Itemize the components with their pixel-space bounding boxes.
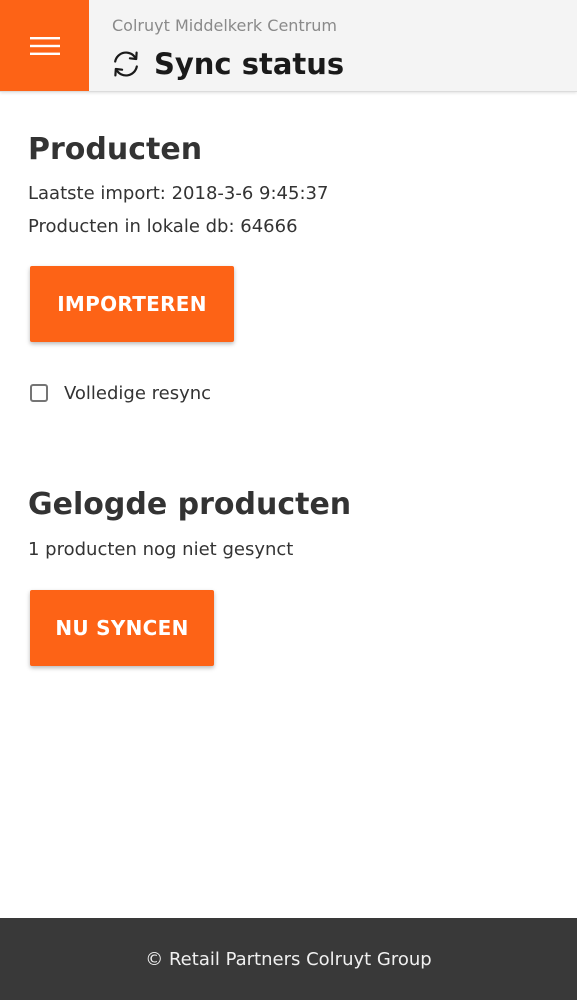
- import-button[interactable]: IMPORTEREN: [30, 266, 234, 342]
- hamburger-menu-icon: [29, 36, 60, 55]
- logged-products-section-title: Gelogde producten: [28, 487, 352, 522]
- products-section-title: Producten: [28, 132, 203, 167]
- sync-icon: [114, 51, 138, 77]
- last-import-text: Laatste import: 2018-3-6 9:45:37: [28, 183, 329, 204]
- sync-status-page: Colruyt Middelkerk Centrum Sync status P…: [0, 0, 577, 1000]
- page-title: Sync status: [154, 47, 345, 81]
- local-db-count-text: Producten in lokale db: 64666: [28, 216, 298, 237]
- app-header: Colruyt Middelkerk Centrum Sync status: [0, 0, 577, 92]
- sync-now-button[interactable]: NU SYNCEN: [30, 590, 214, 666]
- title-row: Sync status: [110, 44, 344, 84]
- footer-copyright: © Retail Partners Colruyt Group: [145, 948, 432, 970]
- full-resync-checkbox[interactable]: [30, 384, 48, 402]
- store-name: Colruyt Middelkerk Centrum: [112, 16, 338, 35]
- full-resync-label: Volledige resync: [64, 382, 212, 404]
- app-footer: © Retail Partners Colruyt Group: [0, 918, 577, 1000]
- full-resync-option[interactable]: Volledige resync: [30, 380, 211, 406]
- unsynced-count-text: 1 producten nog niet gesynct: [28, 539, 294, 560]
- menu-button[interactable]: [0, 0, 89, 91]
